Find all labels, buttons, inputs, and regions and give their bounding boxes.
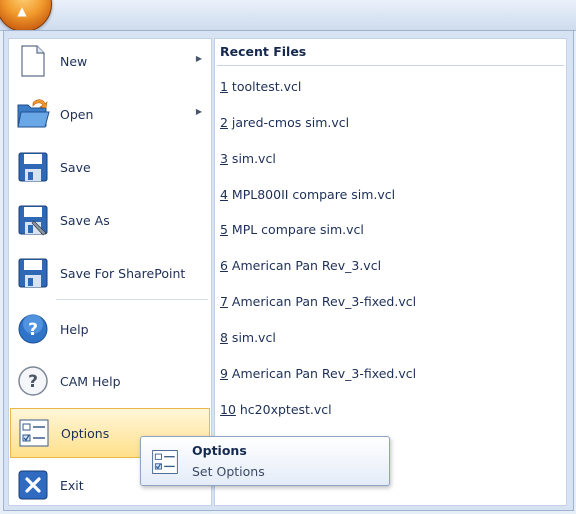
recent-file-item[interactable]: 2 jared-cmos sim.vcl: [220, 115, 349, 130]
options-icon: [17, 416, 51, 450]
menu-item-label: New: [60, 53, 88, 69]
menu-item-new[interactable]: New ▶: [10, 36, 210, 86]
recent-file-name: MPL800II compare sim.vcl: [227, 187, 396, 202]
recent-file-item[interactable]: 7 American Pan Rev_3-fixed.vcl: [220, 294, 416, 309]
menu-item-label: Save For SharePoint: [60, 265, 186, 281]
menu-item-open[interactable]: Open ▶: [10, 89, 210, 139]
open-folder-icon: [16, 97, 50, 131]
menu-item-label: Save: [60, 159, 91, 175]
recent-file-item[interactable]: 10 hc20xptest.vcl: [220, 402, 332, 417]
recent-file-item[interactable]: 1 tooltest.vcl: [220, 79, 301, 94]
recent-file-name: MPL compare sim.vcl: [227, 222, 364, 237]
recent-file-name: American Pan Rev_3.vcl: [227, 258, 382, 273]
options-tooltip: Options Set Options: [140, 436, 390, 486]
menu-item-help[interactable]: ? Help: [10, 304, 210, 354]
svg-text:?: ?: [28, 372, 38, 392]
submenu-arrow-icon: ▶: [195, 54, 202, 63]
accelerator-key: 4: [220, 187, 228, 202]
menu-item-label: Open: [60, 106, 94, 122]
title-bar: [0, 0, 576, 31]
new-document-icon: [16, 44, 50, 78]
options-icon: [150, 447, 180, 477]
menu-item-save[interactable]: Save: [10, 142, 210, 192]
menu-item-label: Help: [60, 321, 89, 337]
accelerator-key: 3: [220, 151, 228, 166]
save-as-icon: [16, 203, 50, 237]
recent-file-name: hc20xptest.vcl: [235, 402, 332, 417]
menu-item-label: CAM Help: [60, 373, 121, 389]
exit-icon: [16, 468, 50, 502]
save-sharepoint-icon: [16, 256, 50, 290]
menu-item-label: Options: [61, 425, 110, 441]
recent-file-item[interactable]: 4 MPL800II compare sim.vcl: [220, 187, 395, 202]
svg-text:?: ?: [28, 320, 38, 340]
menu-item-save-as[interactable]: Save As: [10, 195, 210, 245]
menu-separator: [56, 299, 208, 300]
recent-file-item[interactable]: 3 sim.vcl: [220, 151, 276, 166]
accelerator-key: 5: [220, 222, 228, 237]
help-icon: ?: [16, 312, 50, 346]
menu-item-save-for-sharepoint[interactable]: Save For SharePoint: [10, 248, 210, 298]
recent-file-name: American Pan Rev_3-fixed.vcl: [227, 366, 417, 381]
recent-file-name: tooltest.vcl: [227, 79, 302, 94]
accelerator-key: 9: [220, 366, 228, 381]
save-icon: [16, 150, 50, 184]
recent-file-item[interactable]: 6 American Pan Rev_3.vcl: [220, 258, 381, 273]
accelerator-key: 2: [220, 115, 228, 130]
recent-file-name: sim.vcl: [227, 151, 276, 166]
recent-files-divider: [217, 65, 564, 66]
accelerator-key: 8: [220, 330, 228, 345]
menu-item-label: Save As: [60, 212, 110, 228]
accelerator-key: 7: [220, 294, 228, 309]
recent-files-title: Recent Files: [220, 44, 307, 59]
accelerator-key: 6: [220, 258, 228, 273]
recent-file-item[interactable]: 9 American Pan Rev_3-fixed.vcl: [220, 366, 416, 381]
recent-file-item[interactable]: 5 MPL compare sim.vcl: [220, 222, 364, 237]
tooltip-title: Options: [192, 443, 247, 458]
accelerator-key: 10: [220, 402, 236, 417]
recent-file-name: sim.vcl: [227, 330, 276, 345]
accelerator-key: 1: [220, 79, 228, 94]
recent-file-item[interactable]: 8 sim.vcl: [220, 330, 276, 345]
menu-item-label: Exit: [60, 477, 84, 493]
tooltip-description: Set Options: [192, 464, 265, 479]
office-orb-icon: ▲: [17, 4, 27, 18]
recent-file-name: American Pan Rev_3-fixed.vcl: [227, 294, 417, 309]
submenu-arrow-icon: ▶: [195, 107, 202, 116]
cam-help-icon: ?: [16, 364, 50, 398]
menu-item-cam-help[interactable]: ? CAM Help: [10, 356, 210, 406]
recent-file-name: jared-cmos sim.vcl: [227, 115, 350, 130]
